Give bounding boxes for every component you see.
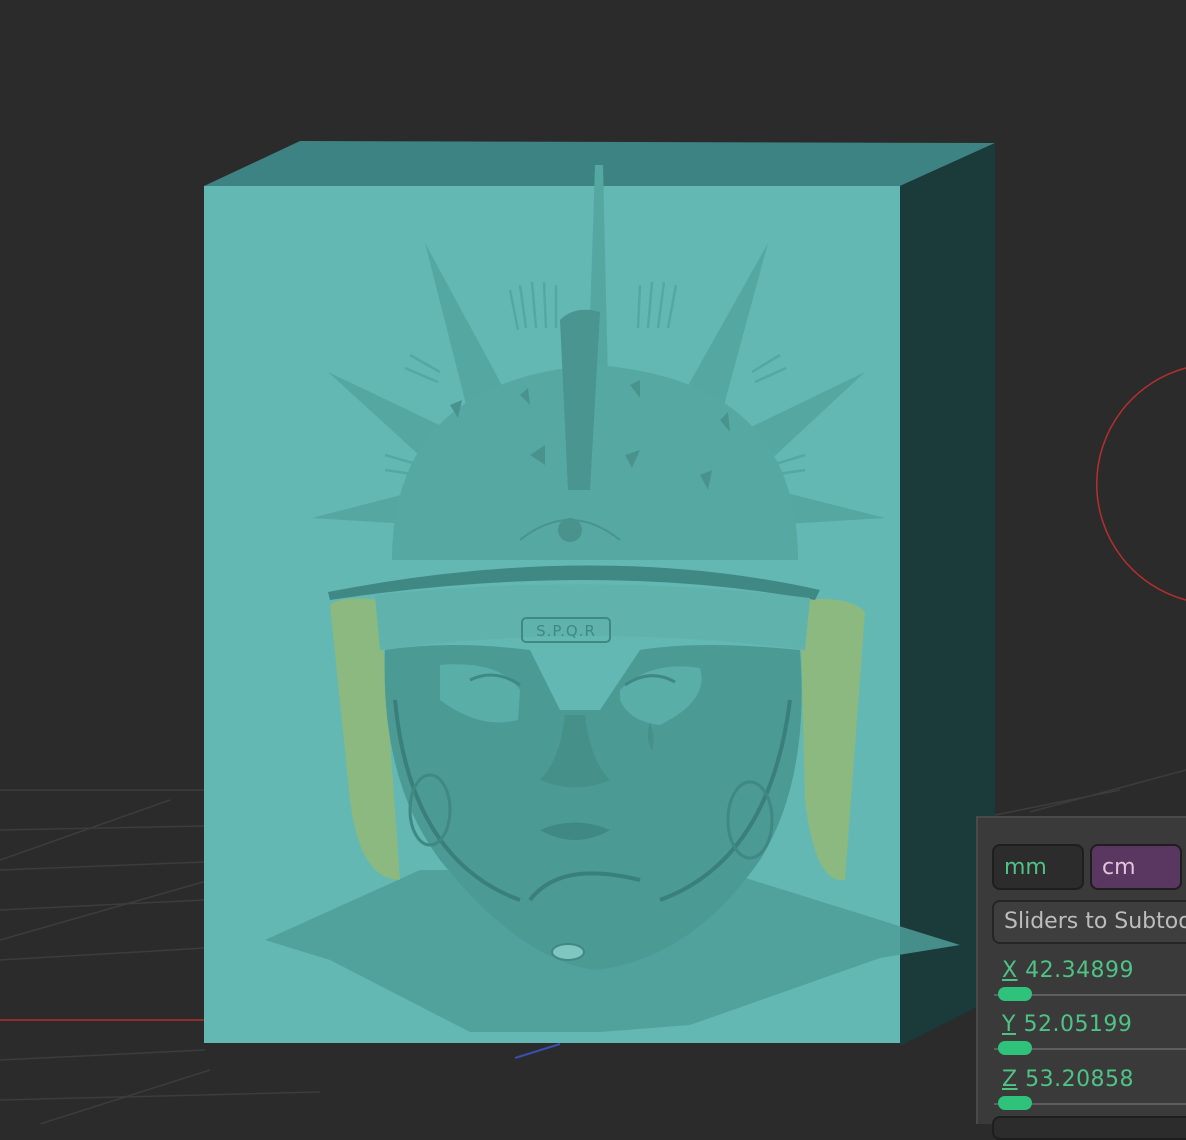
z-axis-line — [514, 1043, 561, 1059]
x-size-slider[interactable]: X 42.34899 — [994, 958, 1186, 1008]
x-axis-letter: X — [1002, 958, 1018, 983]
svg-text:S.P.Q.R: S.P.Q.R — [536, 622, 596, 640]
z-slider-label: Z 53.20858 — [1002, 1067, 1134, 1092]
next-panel-button[interactable] — [992, 1116, 1186, 1140]
x-value: 42.34899 — [1025, 958, 1135, 983]
z-size-slider[interactable]: Z 53.20858 — [994, 1067, 1186, 1117]
y-size-slider[interactable]: Y 52.05199 — [994, 1012, 1186, 1062]
x-slider-knob[interactable] — [998, 987, 1032, 1001]
y-value: 52.05199 — [1023, 1012, 1133, 1037]
z-value: 53.20858 — [1025, 1067, 1135, 1092]
y-slider-label: Y 52.05199 — [1002, 1012, 1132, 1037]
y-slider-knob[interactable] — [998, 1041, 1032, 1055]
x-slider-label: X 42.34899 — [1002, 958, 1134, 983]
transform-panel: mm cm Sliders to Subtool X 42.34899 Y 52… — [976, 816, 1186, 1140]
z-slider-knob[interactable] — [998, 1096, 1032, 1110]
unit-cm-button[interactable]: cm — [1090, 844, 1182, 890]
transpose-ring — [1096, 367, 1186, 601]
y-axis-letter: Y — [1002, 1012, 1016, 1037]
sliders-to-subtool-button[interactable]: Sliders to Subtool — [992, 900, 1186, 944]
z-axis-letter: Z — [1002, 1067, 1018, 1092]
unit-mm-button[interactable]: mm — [992, 844, 1084, 890]
